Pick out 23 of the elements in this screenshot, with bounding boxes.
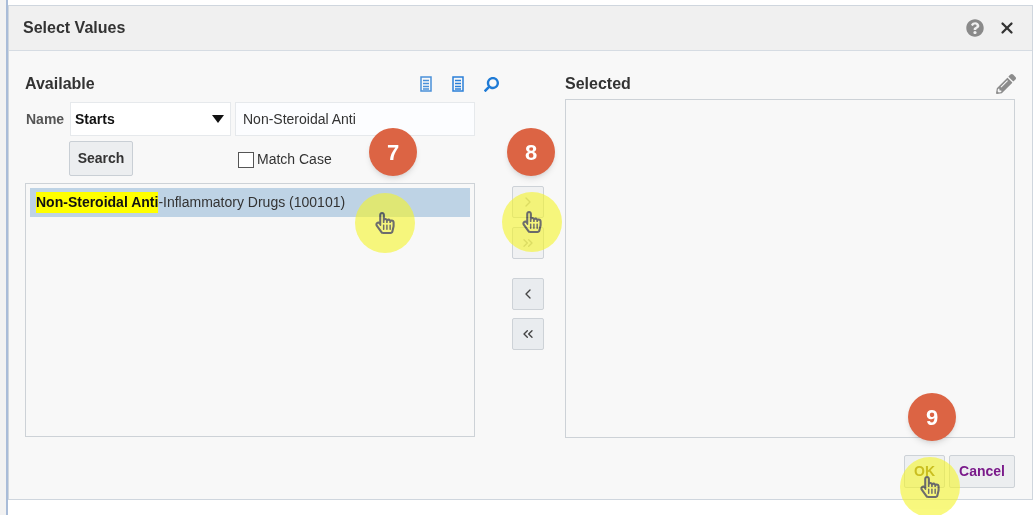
search-button[interactable]: Search: [69, 141, 133, 176]
hand-cursor-icon: [521, 211, 543, 233]
window-title: Select Values: [23, 18, 126, 38]
section-heading: Selected: [565, 74, 631, 94]
hand-cursor-icon: [374, 212, 396, 234]
checkbox-label: Match Case: [257, 150, 332, 169]
close-icon[interactable]: [998, 19, 1016, 37]
help-icon[interactable]: [966, 19, 984, 37]
search-icon[interactable]: [484, 76, 499, 92]
list-item[interactable]: Non-Steroidal Anti-Inflammatory Drugs (100101): [30, 188, 470, 217]
operator-dropdown[interactable]: Starts: [70, 102, 231, 136]
hand-cursor-icon: [919, 476, 941, 498]
search-field[interactable]: Non-Steroidal Anti: [235, 102, 475, 136]
list-icon[interactable]: [452, 76, 464, 92]
shuttle-button[interactable]: [512, 278, 544, 310]
shuttle-button[interactable]: [512, 318, 544, 350]
checkbox[interactable]: [238, 151, 254, 168]
cancel-button[interactable]: Cancel: [949, 455, 1015, 488]
dropdown-arrow-icon: [212, 115, 224, 123]
field-label: Name: [26, 109, 66, 129]
list-icon[interactable]: [420, 76, 432, 92]
pencil-icon[interactable]: [996, 74, 1016, 94]
section-heading: Available: [25, 74, 95, 94]
